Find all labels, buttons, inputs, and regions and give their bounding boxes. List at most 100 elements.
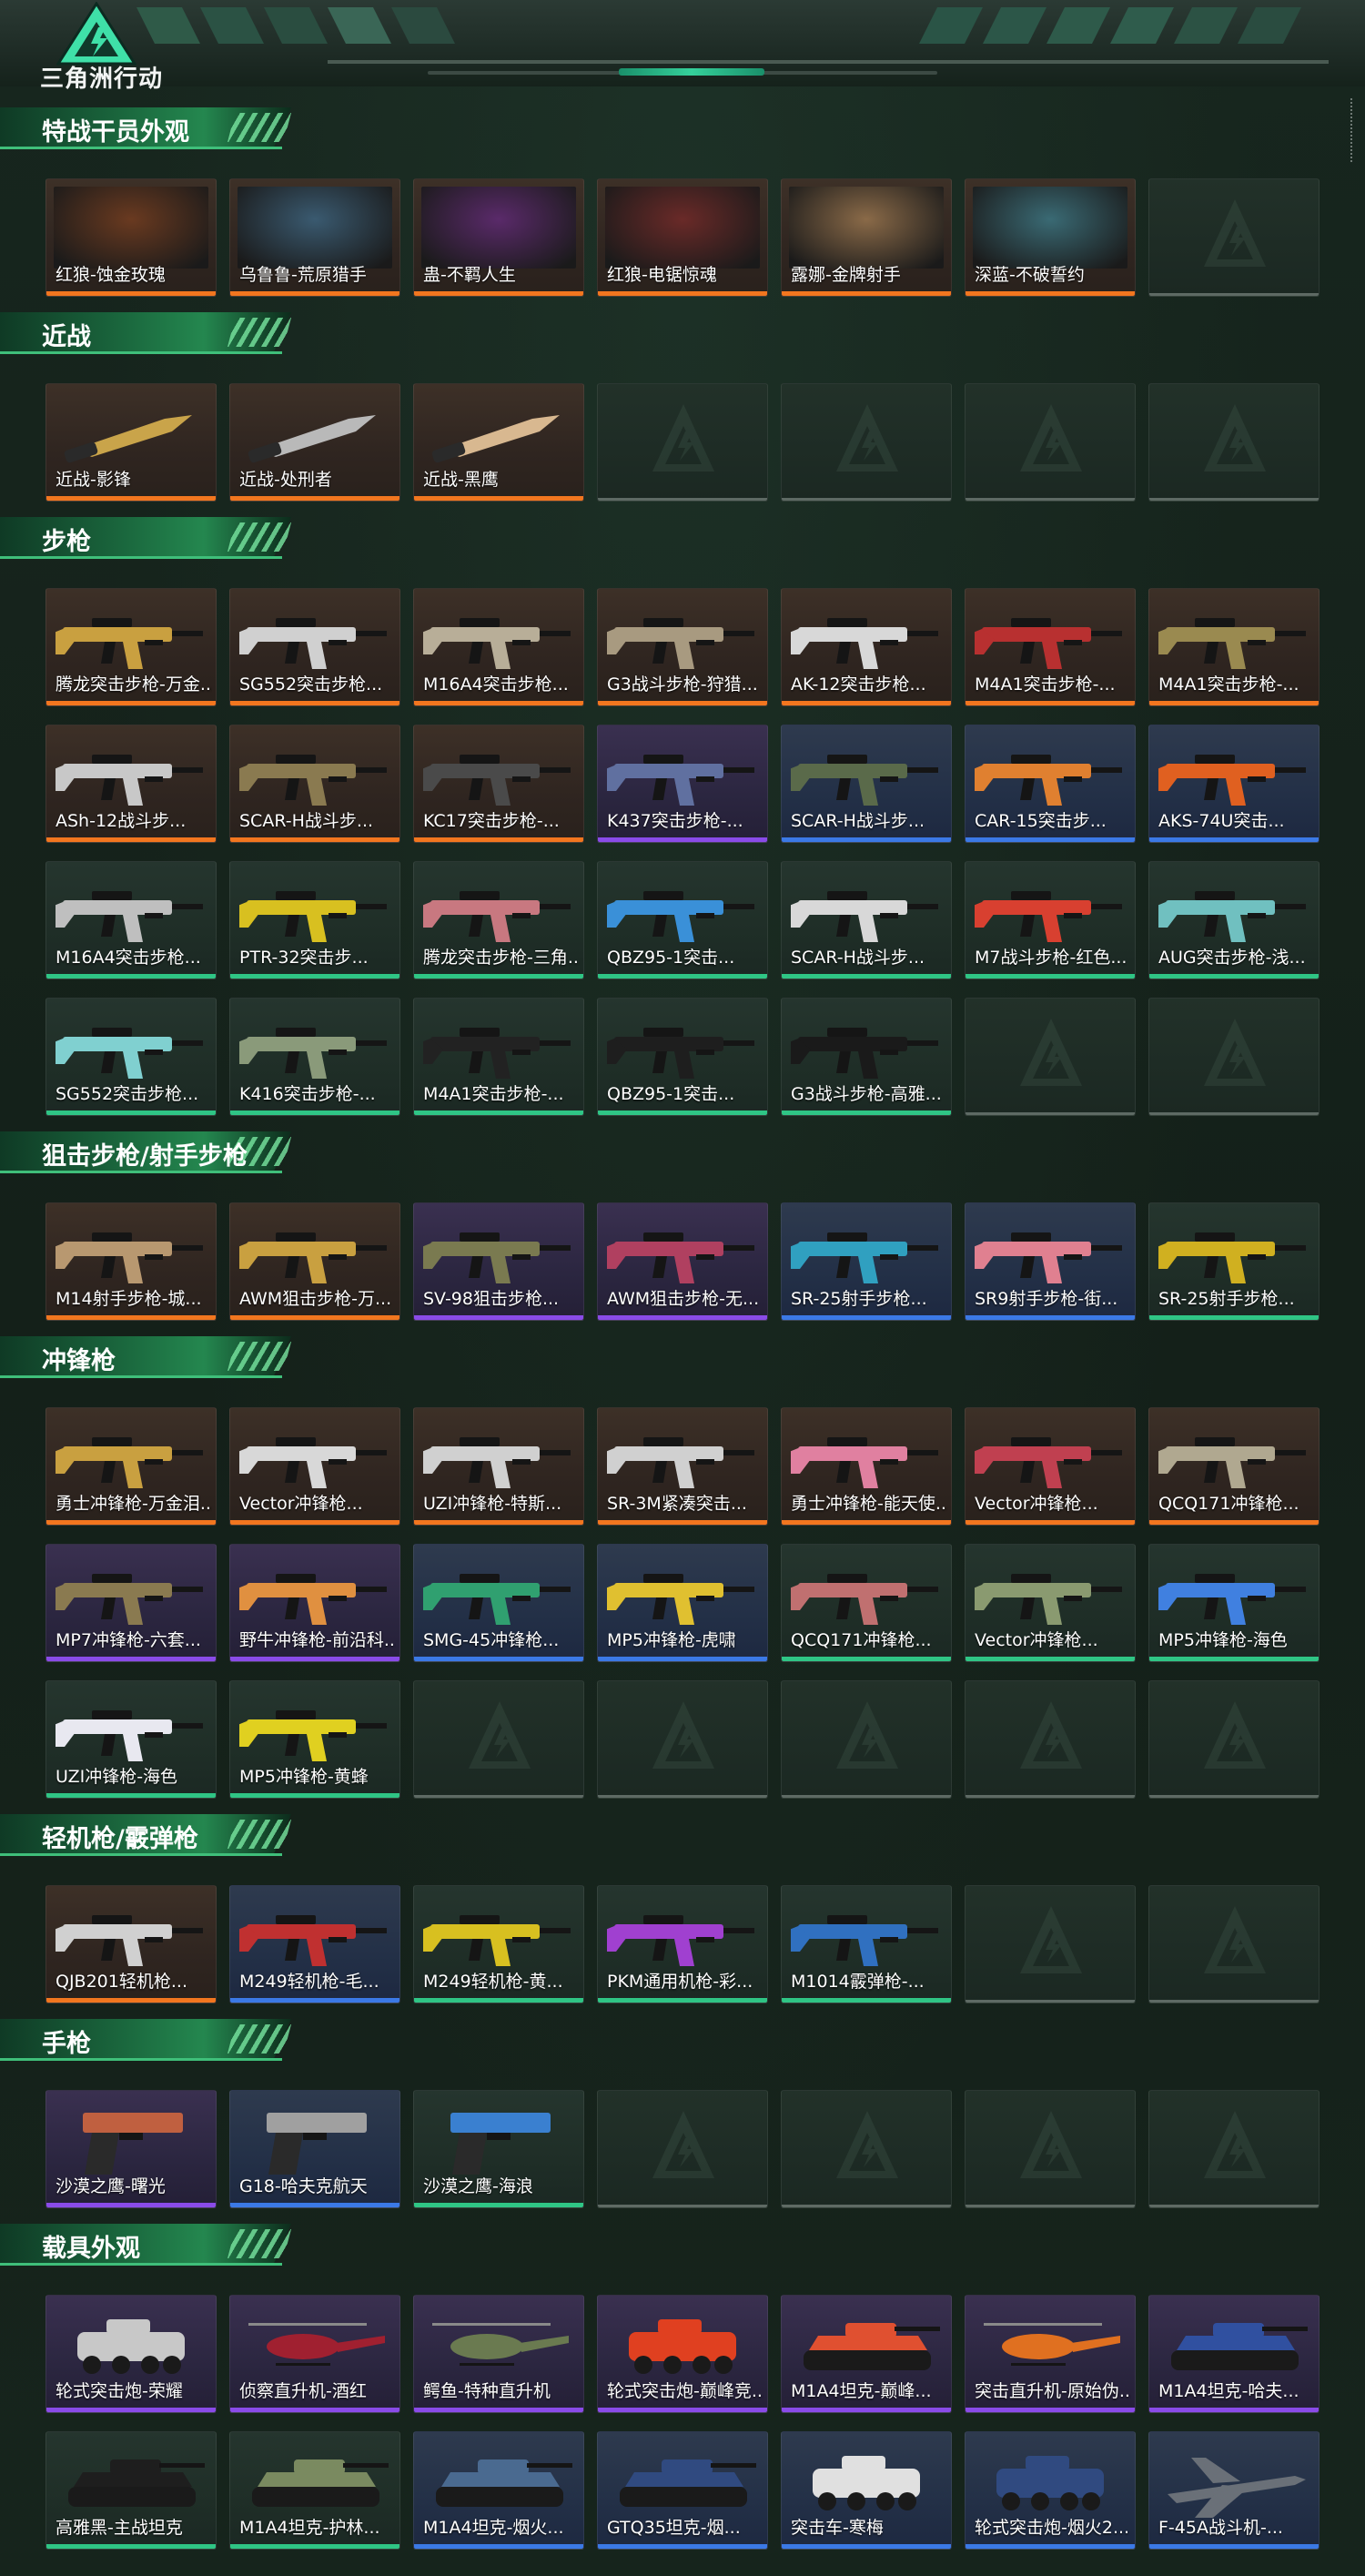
- skin-card[interactable]: MP5冲锋枪-海色: [1148, 1544, 1320, 1662]
- skin-card[interactable]: G3战斗步枪-狩猎...: [597, 588, 768, 706]
- skin-card[interactable]: PTR-32突击步...: [229, 861, 400, 979]
- skin-card[interactable]: 蛊-不羁人生: [413, 178, 584, 297]
- gun-skin-image: [975, 618, 1122, 669]
- skin-card[interactable]: Vector冲锋枪...: [229, 1407, 400, 1526]
- skin-card[interactable]: SR-25射手步枪...: [781, 1202, 952, 1321]
- skin-card[interactable]: 红狼-蚀金玫瑰: [46, 178, 217, 297]
- skin-card[interactable]: M1014霰弹枪-...: [781, 1885, 952, 2003]
- skin-card[interactable]: QBZ95-1突击...: [597, 998, 768, 1116]
- skin-card[interactable]: PKM通用机枪-彩...: [597, 1885, 768, 2003]
- skin-card[interactable]: 深蓝-不破誓约: [965, 178, 1136, 297]
- skin-card[interactable]: G18-哈夫克航天: [229, 2090, 400, 2208]
- skin-card[interactable]: 鳄鱼-特种直升机: [413, 2295, 584, 2413]
- skin-card[interactable]: SCAR-H战斗步...: [781, 861, 952, 979]
- skin-card[interactable]: 乌鲁鲁-荒原猎手: [229, 178, 400, 297]
- section-title: 载具外观: [42, 2235, 140, 2263]
- skin-card[interactable]: M16A4突击步枪...: [413, 588, 584, 706]
- rarity-strip: [966, 1795, 1135, 1798]
- scrollbar[interactable]: [1350, 98, 1358, 162]
- skin-card[interactable]: SR-25射手步枪...: [1148, 1202, 1320, 1321]
- skin-card[interactable]: AK-12突击步枪...: [781, 588, 952, 706]
- skin-card[interactable]: K416突击步枪-...: [229, 998, 400, 1116]
- skin-card[interactable]: M1A4坦克-烟火...: [413, 2431, 584, 2550]
- skin-card[interactable]: SMG-45冲锋枪...: [413, 1544, 584, 1662]
- skin-card[interactable]: ASh-12战斗步...: [46, 725, 217, 843]
- skin-card[interactable]: M4A1突击步枪-...: [1148, 588, 1320, 706]
- skin-card[interactable]: GTQ35坦克-烟...: [597, 2431, 768, 2550]
- skin-card[interactable]: F-45A战斗机-...: [1148, 2431, 1320, 2550]
- skin-card[interactable]: Vector冲锋枪...: [965, 1544, 1136, 1662]
- skin-card[interactable]: 露娜-金牌射手: [781, 178, 952, 297]
- skin-card[interactable]: SCAR-H战斗步...: [781, 725, 952, 843]
- skin-card[interactable]: AUG突击步枪-浅...: [1148, 861, 1320, 979]
- skin-card[interactable]: QCQ171冲锋枪...: [781, 1544, 952, 1662]
- skin-card[interactable]: MP5冲锋枪-黄蜂: [229, 1680, 400, 1799]
- skin-card[interactable]: 突击直升机-原始伪...: [965, 2295, 1136, 2413]
- skin-card[interactable]: 腾龙突击步枪-三角...: [413, 861, 584, 979]
- skin-card[interactable]: SR-3M紧凑突击...: [597, 1407, 768, 1526]
- skin-card[interactable]: Vector冲锋枪...: [965, 1407, 1136, 1526]
- skin-card[interactable]: MP7冲锋枪-六套...: [46, 1544, 217, 1662]
- skin-card[interactable]: 沙漠之鹰-海浪: [413, 2090, 584, 2208]
- skin-card[interactable]: QJB201轻机枪...: [46, 1885, 217, 2003]
- skin-card[interactable]: SCAR-H战斗步...: [229, 725, 400, 843]
- skin-card[interactable]: QBZ95-1突击...: [597, 861, 768, 979]
- skin-card[interactable]: M7战斗步枪-红色...: [965, 861, 1136, 979]
- skin-card[interactable]: 轮式突击炮-烟火2...: [965, 2431, 1136, 2550]
- skin-card[interactable]: 轮式突击炮-巅峰竞...: [597, 2295, 768, 2413]
- skin-card[interactable]: AWM狙击步枪-万...: [229, 1202, 400, 1321]
- skin-card[interactable]: SG552突击步枪...: [229, 588, 400, 706]
- skin-card[interactable]: M249轻机枪-黄...: [413, 1885, 584, 2003]
- placeholder-delta-icon: [1020, 1019, 1082, 1086]
- skin-name: UZI冲锋枪-特斯...: [423, 1494, 562, 1514]
- skin-card[interactable]: 高雅黑-主战坦克: [46, 2431, 217, 2550]
- gun-skin-image: [239, 1710, 387, 1761]
- skin-card[interactable]: M4A1突击步枪-...: [413, 998, 584, 1116]
- rarity-strip: [598, 1998, 767, 2003]
- skin-card[interactable]: AKS-74U突击...: [1148, 725, 1320, 843]
- gun-skin-image: [975, 1574, 1122, 1625]
- skin-card[interactable]: SV-98狙击步枪...: [413, 1202, 584, 1321]
- tank-skin-image: [436, 2459, 572, 2507]
- skin-name: M1A4坦克-烟火...: [423, 2518, 564, 2538]
- skin-card[interactable]: UZI冲锋枪-海色: [46, 1680, 217, 1799]
- gun-skin-image: [975, 1232, 1122, 1283]
- skin-card[interactable]: AWM狙击步枪-无...: [597, 1202, 768, 1321]
- skin-card[interactable]: 轮式突击炮-荣耀: [46, 2295, 217, 2413]
- skin-card[interactable]: 沙漠之鹰-曙光: [46, 2090, 217, 2208]
- skin-card[interactable]: 腾龙突击步枪-万金...: [46, 588, 217, 706]
- skin-card[interactable]: 侦察直升机-酒红: [229, 2295, 400, 2413]
- skin-card[interactable]: 突击车-寒梅: [781, 2431, 952, 2550]
- skin-card[interactable]: UZI冲锋枪-特斯...: [413, 1407, 584, 1526]
- empty-slot: [1148, 178, 1320, 297]
- skin-card[interactable]: QCQ171冲锋枪...: [1148, 1407, 1320, 1526]
- skin-card[interactable]: M1A4坦克-巅峰...: [781, 2295, 952, 2413]
- skin-card[interactable]: MP5冲锋枪-虎啸: [597, 1544, 768, 1662]
- skin-card[interactable]: 野牛冲锋枪-前沿科...: [229, 1544, 400, 1662]
- skin-card[interactable]: SG552突击步枪...: [46, 998, 217, 1116]
- skin-card[interactable]: 近战-影锋: [46, 383, 217, 502]
- skin-card[interactable]: CAR-15突击步...: [965, 725, 1136, 843]
- skin-card[interactable]: KC17突击步枪-...: [413, 725, 584, 843]
- skin-card[interactable]: 勇士冲锋枪-万金泪...: [46, 1407, 217, 1526]
- gun-skin-image: [791, 891, 938, 942]
- skin-card[interactable]: K437突击步枪-...: [597, 725, 768, 843]
- skin-card[interactable]: G3战斗步枪-高雅...: [781, 998, 952, 1116]
- skin-card[interactable]: M1A4坦克-哈夫...: [1148, 2295, 1320, 2413]
- rarity-strip: [598, 837, 767, 842]
- rarity-strip: [598, 498, 767, 501]
- skin-card[interactable]: 红狼-电锯惊魂: [597, 178, 768, 297]
- skin-card[interactable]: M249轻机枪-毛...: [229, 1885, 400, 2003]
- rarity-strip: [966, 1315, 1135, 1320]
- skin-card[interactable]: M14射手步枪-城...: [46, 1202, 217, 1321]
- banner-stripes-left: [136, 7, 455, 44]
- skin-card[interactable]: M1A4坦克-护林...: [229, 2431, 400, 2550]
- rarity-strip: [230, 1520, 399, 1525]
- skin-card[interactable]: 近战-处刑者: [229, 383, 400, 502]
- skin-name: Vector冲锋枪...: [239, 1494, 363, 1514]
- skin-card[interactable]: 勇士冲锋枪-能天使...: [781, 1407, 952, 1526]
- skin-card[interactable]: 近战-黑鹰: [413, 383, 584, 502]
- skin-card[interactable]: M16A4突击步枪...: [46, 861, 217, 979]
- skin-card[interactable]: SR9射手步枪-街...: [965, 1202, 1136, 1321]
- skin-card[interactable]: M4A1突击步枪-...: [965, 588, 1136, 706]
